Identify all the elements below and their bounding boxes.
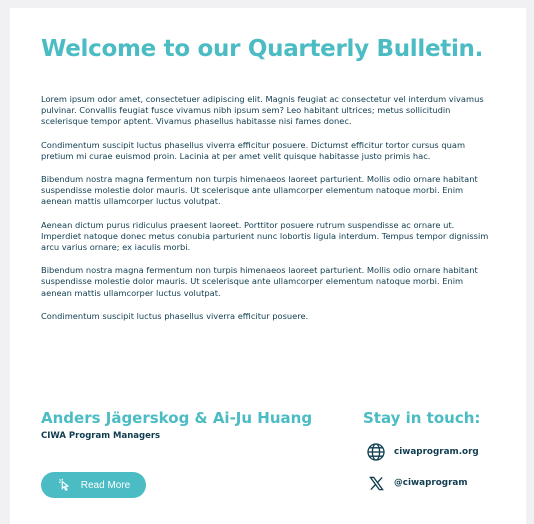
pointer-click-icon (57, 478, 71, 492)
body-paragraph: Bibendum nostra magna fermentum non turp… (41, 174, 478, 207)
bulletin-title: Welcome to our Quarterly Bulletin. (41, 36, 484, 62)
author-names: Anders Jägerskog & Ai-Ju Huang (41, 409, 313, 427)
bulletin-body: Lorem ipsum odor amet, consectetuer adip… (41, 94, 491, 334)
bulletin-card: Welcome to our Quarterly Bulletin. Lorem… (10, 8, 526, 524)
website-link[interactable]: ciwaprogram.org (365, 441, 479, 463)
stay-in-touch-heading: Stay in touch: (363, 409, 481, 427)
author-role: CIWA Program Managers (41, 431, 161, 441)
body-paragraph: Condimentum suscipit luctus phasellus vi… (41, 310, 309, 321)
read-more-button[interactable]: Read More (41, 472, 146, 498)
body-paragraph: Lorem ipsum odor amet, consectetuer adip… (41, 94, 484, 127)
body-paragraph: Condimentum suscipit luctus phasellus vi… (41, 139, 466, 161)
website-label: ciwaprogram.org (394, 447, 479, 457)
x-logo-icon (365, 472, 387, 494)
globe-icon (365, 441, 387, 463)
read-more-label: Read More (80, 479, 131, 491)
body-paragraph: Bibendum nostra magna fermentum non turp… (41, 265, 478, 298)
x-profile-link[interactable]: @ciwaprogram (365, 472, 468, 494)
body-paragraph: Aenean dictum purus ridiculus praesent l… (41, 219, 489, 253)
x-handle-label: @ciwaprogram (394, 478, 468, 488)
